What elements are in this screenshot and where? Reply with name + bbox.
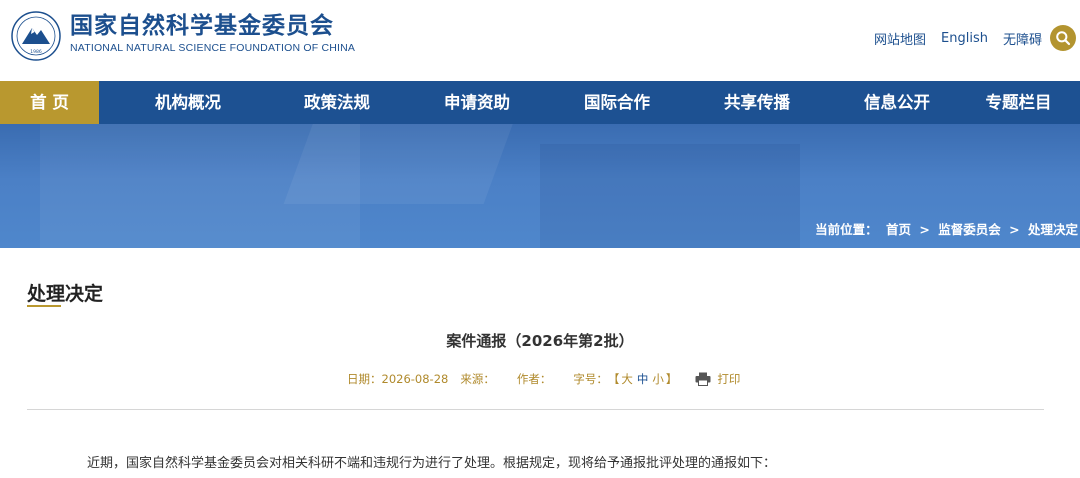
top-links: 网站地图 English 无障碍 [874, 24, 1080, 52]
font-size-bracket-open: 【 [607, 372, 620, 386]
breadcrumb-separator: > [919, 222, 930, 237]
page-banner: 当前位置： 首页 > 监督委员会 > 处理决定 [0, 124, 1080, 248]
nav-item-disclosure[interactable]: 信息公开 [837, 81, 957, 124]
article-source: 来源： [460, 372, 495, 386]
nav-item-home[interactable]: 首 页 [0, 81, 99, 124]
nav-item-about[interactable]: 机构概况 [99, 81, 277, 124]
font-size-medium[interactable]: 中 [637, 371, 649, 387]
printer-icon [695, 372, 711, 386]
article-title: 案件通报（2026年第2批） [446, 332, 634, 350]
accessibility-link[interactable]: 无障碍 [1003, 29, 1042, 48]
font-size-bracket-close: 】 [665, 372, 678, 386]
article-author: 作者： [516, 372, 552, 386]
print-button[interactable]: 打印 [695, 371, 740, 387]
article-date: 日期：2026-08-28 [347, 372, 449, 386]
banner-decoration [540, 144, 800, 248]
logo-emblem-icon[interactable]: 1986 [10, 10, 62, 62]
brand[interactable]: 国家自然科学基金委员会 NATIONAL NATURAL SCIENCE FOU… [70, 12, 355, 54]
logo-year: 1986 [30, 49, 42, 55]
nav-item-sharing[interactable]: 共享传播 [677, 81, 837, 124]
section-underline [27, 305, 61, 307]
breadcrumb-item-current[interactable]: 处理决定 [1028, 222, 1078, 237]
divider [27, 409, 1044, 410]
search-button[interactable] [1050, 25, 1076, 51]
nav-item-funding[interactable]: 申请资助 [397, 81, 557, 124]
nav-item-topics[interactable]: 专题栏目 [957, 81, 1080, 124]
font-size-small[interactable]: 小 [652, 371, 664, 387]
sitemap-link[interactable]: 网站地图 [874, 29, 926, 48]
breadcrumb-label: 当前位置： [815, 222, 878, 237]
nav-item-international[interactable]: 国际合作 [557, 81, 677, 124]
breadcrumb-separator: > [1009, 222, 1020, 237]
breadcrumb-item-home[interactable]: 首页 [886, 222, 911, 237]
brand-name-en: NATIONAL NATURAL SCIENCE FOUNDATION OF C… [70, 42, 356, 54]
nav-item-policy[interactable]: 政策法规 [277, 81, 397, 124]
article-meta: 日期：2026-08-28 来源： 作者： 字号： 【 大 中 小 】 打印 [347, 371, 740, 387]
section-title: 处理决定 [27, 283, 104, 305]
breadcrumb: 当前位置： 首页 > 监督委员会 > 处理决定 [813, 219, 1080, 238]
font-size-large[interactable]: 大 [621, 371, 633, 387]
print-label: 打印 [717, 372, 741, 386]
brand-name-cn: 国家自然科学基金委员会 [70, 13, 334, 39]
article-body-paragraph: 近期，国家自然科学基金委员会对相关科研不端和违规行为进行了处理。根据规定，现将给… [87, 456, 777, 471]
breadcrumb-item-committee[interactable]: 监督委员会 [938, 222, 1001, 237]
main-nav: 首 页 机构概况 政策法规 申请资助 国际合作 共享传播 信息公开 专题栏目 [0, 81, 1080, 124]
banner-decoration [283, 124, 517, 204]
search-icon [1056, 31, 1071, 46]
font-size-label: 字号： [573, 372, 608, 386]
site-header: 1986 国家自然科学基金委员会 NATIONAL NATURAL SCIENC… [0, 0, 1080, 81]
english-link[interactable]: English [941, 31, 988, 46]
